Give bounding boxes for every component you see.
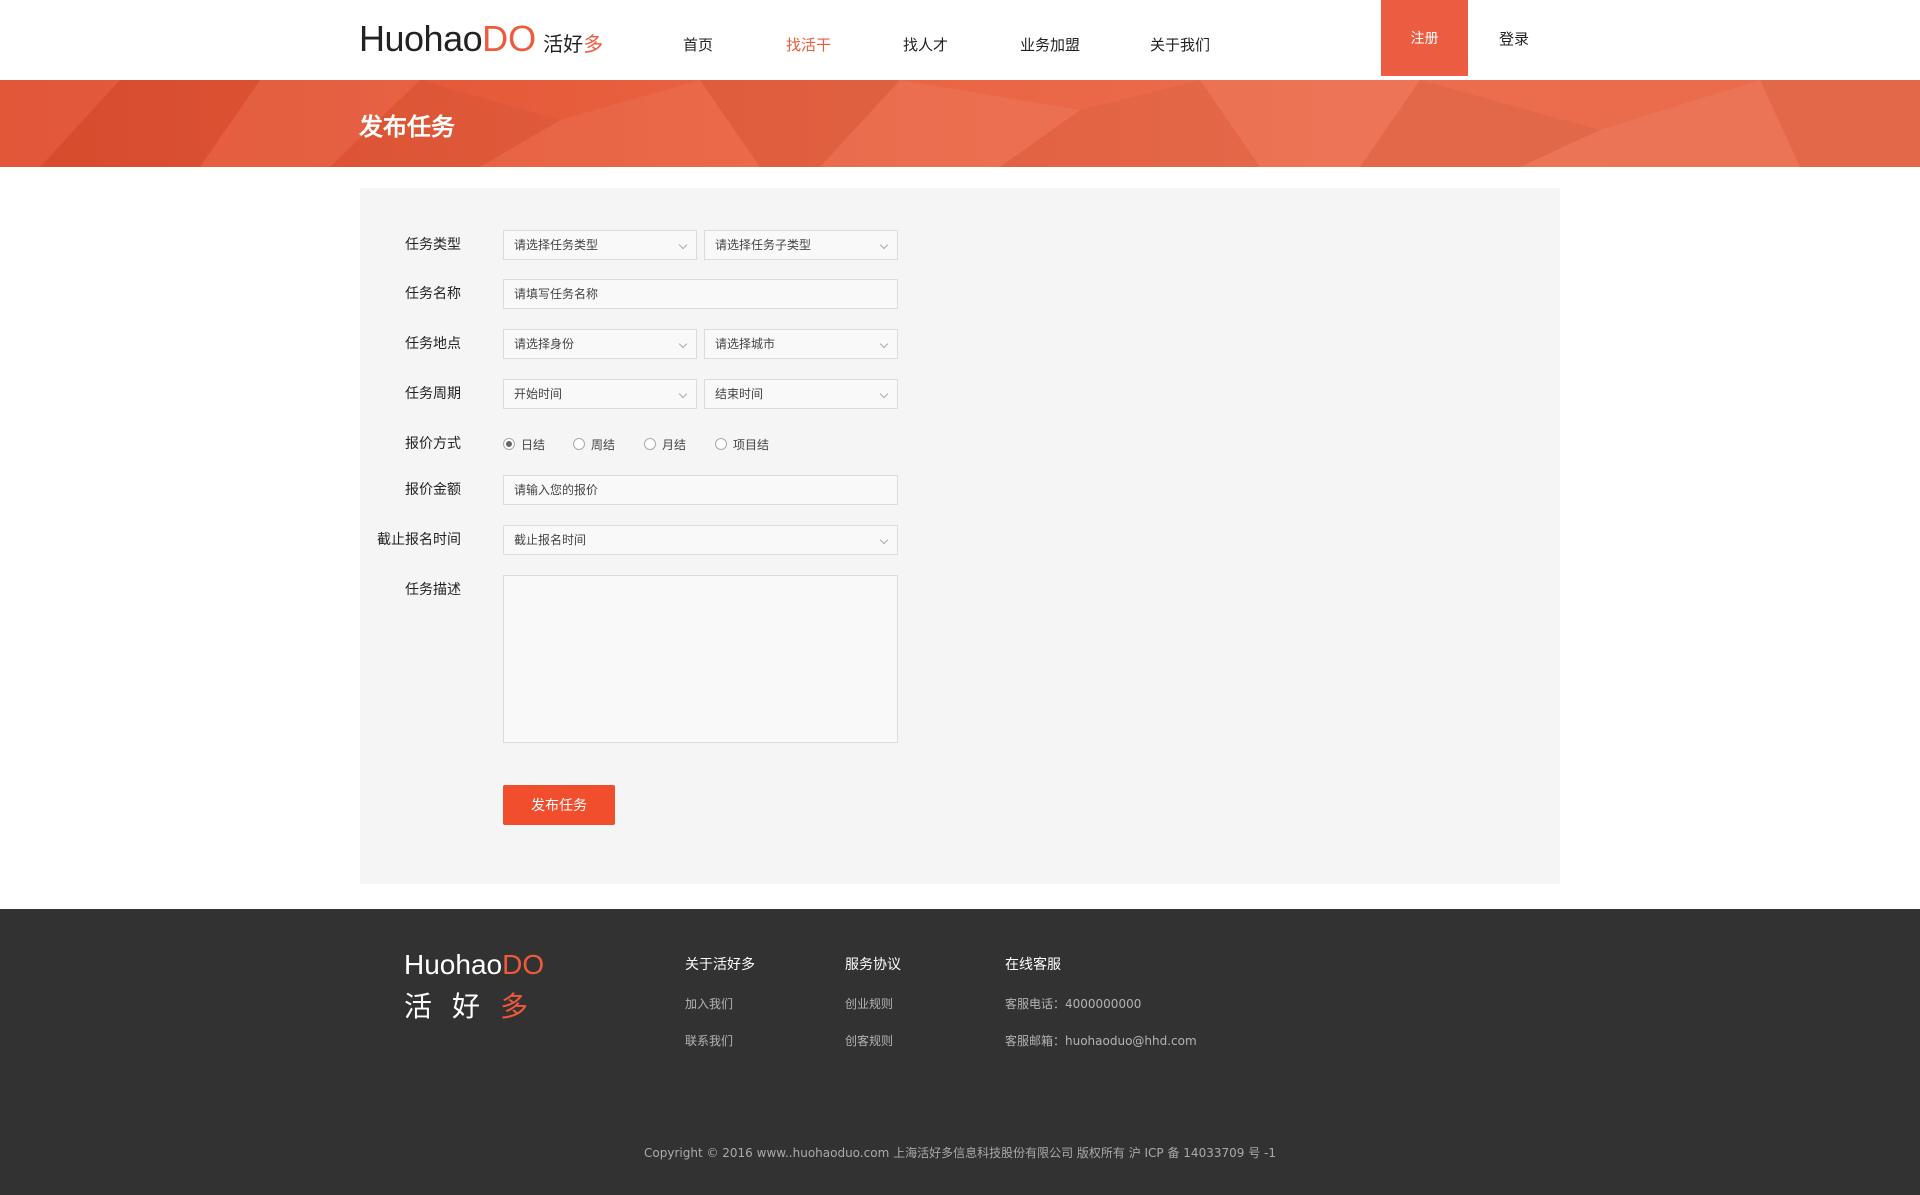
nav-item-find-talent[interactable]: 找人才: [903, 34, 948, 55]
banner-polygon-pattern: [0, 80, 1800, 167]
end-time-select[interactable]: 结束时间: [704, 379, 898, 409]
chevron-down-icon: [879, 535, 889, 545]
footer-col-support: 在线客服 客服电话：4000000000 客服邮箱：huohaoduo@hhd.…: [1005, 954, 1197, 1069]
radio-project[interactable]: 项目结: [715, 436, 795, 453]
row-task-name: 任务名称: [360, 279, 1560, 309]
footer-logo-cn-main: 活好: [404, 990, 501, 1023]
top-header: Huohao DO 活好多 首页 找活干 找人才 业务加盟 关于我们 注册 登录: [0, 0, 1920, 80]
pricing-method-radio-group: 日结 周结 月结 项目结: [503, 429, 795, 459]
row-task-location: 任务地点 请选择身份 请选择城市: [360, 329, 1560, 359]
chevron-down-icon: [678, 339, 688, 349]
task-name-input[interactable]: [514, 287, 897, 301]
price-amount-input[interactable]: [514, 483, 897, 497]
row-price-amount: 报价金额: [360, 475, 1560, 505]
chevron-down-icon: [879, 389, 889, 399]
chevron-down-icon: [879, 240, 889, 250]
site-logo[interactable]: Huohao DO 活好多: [359, 18, 603, 62]
publish-task-form: 任务类型 请选择任务类型 请选择任务子类型 任务名称 任务地点 请选择身份 请选…: [360, 188, 1560, 884]
page-title: 发布任务: [359, 113, 455, 141]
radio-monthly-label: 月结: [662, 437, 687, 452]
footer-support-phone: 客服电话：4000000000: [1005, 997, 1142, 1011]
price-amount-field[interactable]: [503, 475, 898, 505]
label-description: 任务描述: [405, 582, 461, 598]
footer-logo-cn: 活好多: [404, 985, 548, 1025]
radio-weekly-label: 周结: [591, 437, 616, 452]
footer-logo-do: DO: [502, 949, 545, 980]
footer-col-service: 服务协议 创业规则 创客规则: [845, 954, 901, 1069]
radio-weekly[interactable]: 周结: [573, 436, 644, 453]
logo-text-cn: 活好多: [543, 28, 603, 57]
task-name-field[interactable]: [503, 279, 898, 309]
radio-daily[interactable]: 日结: [503, 436, 573, 453]
label-task-period: 任务周期: [405, 386, 461, 402]
nav-item-find-work[interactable]: 找活干: [786, 34, 831, 55]
label-price-amount: 报价金额: [405, 482, 461, 498]
chevron-down-icon: [678, 240, 688, 250]
chevron-down-icon: [678, 389, 688, 399]
footer-link-startup-rules[interactable]: 创业规则: [845, 995, 901, 1012]
radio-icon: [503, 438, 515, 450]
footer-col-about: 关于活好多 加入我们 联系我们: [685, 954, 755, 1069]
page-banner: 发布任务: [0, 80, 1920, 167]
radio-daily-label: 日结: [521, 437, 546, 452]
task-type-select-value: 请选择任务类型: [514, 238, 599, 252]
footer-logo-huohao: Huohao: [404, 949, 503, 980]
label-task-name: 任务名称: [405, 286, 461, 302]
footer-col-support-head: 在线客服: [1005, 957, 1061, 973]
footer-link-maker-rules[interactable]: 创客规则: [845, 1032, 901, 1049]
city-select[interactable]: 请选择城市: [704, 329, 898, 359]
logo-text-do: DO: [482, 18, 537, 59]
end-time-select-value: 结束时间: [715, 387, 764, 401]
logo-cn-main: 活好: [543, 32, 584, 56]
label-pricing-method: 报价方式: [405, 436, 461, 452]
logo-cn-accent: 多: [583, 32, 604, 56]
footer-support-email[interactable]: 客服邮箱：huohaoduo@hhd.com: [1005, 1032, 1197, 1049]
deadline-select[interactable]: 截止报名时间: [503, 525, 898, 555]
row-description: 任务描述: [360, 575, 1560, 743]
label-task-type: 任务类型: [405, 237, 461, 253]
label-task-location: 任务地点: [405, 336, 461, 352]
login-button[interactable]: 登录: [1481, 0, 1547, 76]
task-subtype-select[interactable]: 请选择任务子类型: [704, 230, 898, 260]
description-textarea[interactable]: [503, 575, 898, 743]
chevron-down-icon: [879, 339, 889, 349]
site-footer: Huohao DO 活好多 关于活好多 加入我们 联系我们 服务协议 创业规则 创…: [0, 909, 1920, 1195]
footer-link-contact-us[interactable]: 联系我们: [685, 1032, 755, 1049]
footer-col-about-head: 关于活好多: [685, 957, 755, 973]
publish-task-button[interactable]: 发布任务: [503, 785, 615, 825]
nav-item-about[interactable]: 关于我们: [1150, 34, 1210, 55]
register-button[interactable]: 注册: [1381, 0, 1468, 76]
nav-item-home[interactable]: 首页: [683, 34, 713, 55]
footer-logo-top: Huohao DO: [404, 949, 548, 981]
radio-project-label: 项目结: [733, 437, 770, 452]
logo-text-huohao: Huohao: [359, 18, 483, 59]
footer-logo-cn-accent: 多: [500, 990, 549, 1023]
row-task-period: 任务周期 开始时间 结束时间: [360, 379, 1560, 409]
footer-col-service-head: 服务协议: [845, 957, 901, 973]
start-time-select-value: 开始时间: [514, 387, 563, 401]
footer-link-join-us[interactable]: 加入我们: [685, 995, 755, 1012]
footer-logo[interactable]: Huohao DO 活好多: [404, 949, 548, 1025]
city-select-value: 请选择城市: [715, 337, 776, 351]
radio-icon: [573, 438, 585, 450]
province-select-value: 请选择身份: [514, 337, 575, 351]
footer-copyright: Copyright © 2016 www..huohaoduo.com 上海活好…: [644, 1146, 1276, 1160]
row-deadline: 截止报名时间 截止报名时间: [360, 525, 1560, 555]
label-deadline: 截止报名时间: [377, 532, 461, 548]
row-task-type: 任务类型 请选择任务类型 请选择任务子类型: [360, 230, 1560, 260]
start-time-select[interactable]: 开始时间: [503, 379, 697, 409]
radio-monthly[interactable]: 月结: [644, 436, 715, 453]
nav-item-franchise[interactable]: 业务加盟: [1020, 34, 1080, 55]
radio-icon: [715, 438, 727, 450]
row-pricing-method: 报价方式 日结 周结 月结 项目结: [360, 429, 1560, 459]
task-type-select[interactable]: 请选择任务类型: [503, 230, 697, 260]
radio-icon: [644, 438, 656, 450]
province-select[interactable]: 请选择身份: [503, 329, 697, 359]
deadline-select-value: 截止报名时间: [514, 533, 587, 547]
task-subtype-select-value: 请选择任务子类型: [715, 238, 812, 252]
